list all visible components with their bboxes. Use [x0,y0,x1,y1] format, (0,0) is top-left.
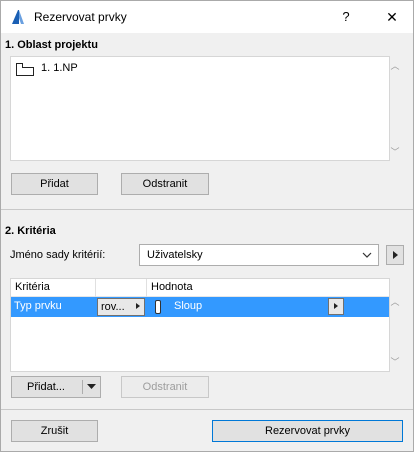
scroll-up-icon[interactable]: ︿ [389,59,401,72]
play-arrow-icon [334,303,338,309]
add-area-button[interactable]: Přidat [11,173,98,195]
play-arrow-icon [136,303,140,309]
criteria-table[interactable]: Kritéria Hodnota Typ prvku rov... Sloup … [10,278,400,372]
story-icon [16,63,34,76]
close-button[interactable]: ✕ [377,1,407,33]
remove-area-button[interactable]: Odstranit [121,173,209,195]
play-arrow-icon [393,251,398,259]
column-header-operator[interactable] [96,279,147,297]
criteria-heading: 2. Kritéria [5,225,56,237]
value-menu-button[interactable] [328,298,344,315]
criteria-set-value: Uživatelsky [147,249,203,261]
split-divider [82,380,83,394]
column-element-icon [155,300,161,314]
operator-value: rov... [101,301,125,313]
list-item[interactable]: 1. 1.NP [15,61,215,77]
add-criteria-label[interactable]: Přidat... [12,377,80,397]
footer-divider [1,409,413,410]
column-header-criterion[interactable]: Kritéria [11,279,96,297]
criterion-cell: Typ prvku [14,300,62,312]
scroll-up-icon[interactable]: ︿ [389,295,401,308]
area-list[interactable]: 1. 1.NP ︿ ﹀ [10,56,400,161]
area-heading: 1. Oblast projektu [5,39,98,51]
title-bar[interactable]: Rezervovat prvky ? ✕ [1,1,413,33]
window-title: Rezervovat prvky [34,10,127,24]
dropdown-arrow-icon[interactable] [87,384,96,390]
reserve-elements-button[interactable]: Rezervovat prvky [212,420,403,442]
cancel-button[interactable]: Zrušit [11,420,98,442]
table-row[interactable]: Typ prvku rov... Sloup [11,297,389,317]
section-divider [1,209,413,210]
help-button[interactable]: ? [331,1,361,33]
criteria-set-dropdown[interactable]: Uživatelsky [139,244,379,266]
table-header: Kritéria Hodnota [11,279,389,297]
list-item-label: 1. 1.NP [41,62,78,74]
value-cell: Sloup [174,300,203,312]
scroll-down-icon[interactable]: ﹀ [389,355,401,368]
scroll-down-icon[interactable]: ﹀ [389,145,401,158]
criteria-set-label: Jméno sady kritérií: [10,249,106,261]
remove-criteria-button[interactable]: Odstranit [121,376,209,398]
reserve-elements-dialog: Rezervovat prvky ? ✕ 1. Oblast projektu … [0,0,414,452]
add-criteria-split-button[interactable]: Přidat... [11,376,101,398]
operator-dropdown[interactable]: rov... [97,298,145,316]
chevron-down-icon [362,252,372,258]
app-logo-icon [12,10,24,24]
criteria-set-menu-button[interactable] [386,245,404,265]
column-header-value[interactable]: Hodnota [147,279,389,297]
